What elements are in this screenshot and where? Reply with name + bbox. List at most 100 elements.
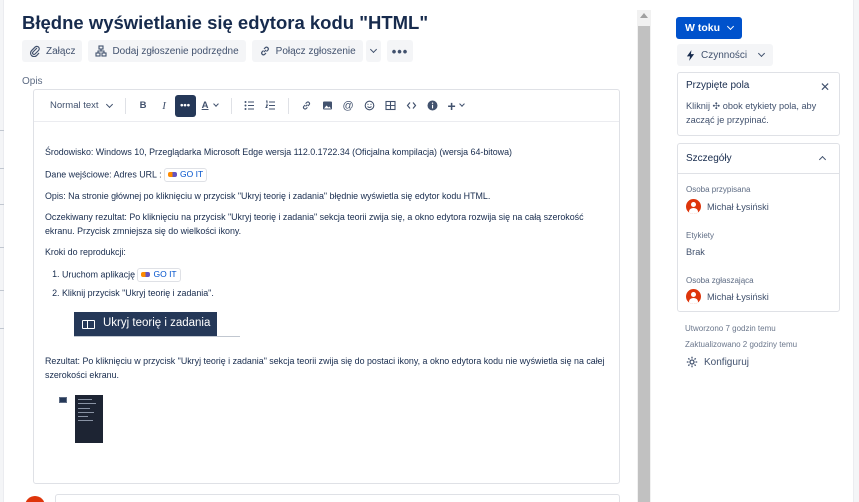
add-child-label: Dodaj zgłoszenie podrzędne: [112, 45, 239, 57]
italic-button[interactable]: I: [154, 95, 175, 117]
favicon-icon: [141, 272, 151, 277]
info-panel-button[interactable]: [422, 95, 443, 117]
step-item: Uruchom aplikację GO IT: [62, 267, 608, 282]
link-issue-button[interactable]: Połącz zgłoszenie: [251, 40, 363, 62]
bullet-list-icon: [244, 101, 254, 110]
hide-theory-label: Ukryj teorię i zadania: [103, 317, 211, 330]
details-title: Szczegóły: [686, 153, 732, 164]
pinned-fields-hint: Kliknij ✣ obok etykiety pola, aby zacząć…: [686, 101, 817, 125]
issue-title[interactable]: Błędne wyświetlanie się edytora kodu "HT…: [22, 12, 428, 34]
input-data-paragraph: Dane wejściowe: Adres URL : GO IT: [45, 167, 608, 182]
code-icon: [406, 102, 416, 109]
link-icon: [302, 101, 310, 110]
insert-image-button[interactable]: [317, 95, 338, 117]
chevron-down-icon: [758, 49, 766, 58]
step-item: Kliknij przycisk "Ukryj teorię i zadania…: [62, 287, 608, 301]
text-style-label: Normal text: [50, 100, 99, 111]
lightning-icon: [686, 49, 695, 61]
scroll-up-arrow-icon[interactable]: [640, 13, 648, 18]
result-paragraph: Rezultat: Po kliknięciu w przycisk "Ukry…: [45, 356, 605, 380]
go-it-link-chip[interactable]: GO IT: [164, 167, 208, 182]
chevron-down-icon: [369, 45, 377, 54]
insert-more-button[interactable]: +: [443, 95, 469, 117]
link-issue-label: Połącz zgłoszenie: [275, 45, 356, 57]
bullet-list-button[interactable]: [239, 95, 260, 117]
toolbar-divider: [287, 97, 289, 114]
assignee-name: Michał Łysiński: [707, 201, 769, 212]
description-editor[interactable]: Normal text B I ••• A @ + Środowisko: Wi…: [33, 89, 620, 484]
attach-button[interactable]: Załącz: [22, 40, 83, 62]
status-label: W toku: [685, 22, 720, 34]
reporter-label: Osoba zgłaszająca: [686, 276, 754, 285]
screenshot-divider: [74, 336, 240, 337]
text-style-dropdown[interactable]: Normal text: [44, 95, 118, 117]
text-color-button[interactable]: A: [196, 95, 224, 117]
numbered-list-icon: [264, 100, 275, 110]
status-button[interactable]: W toku: [676, 17, 742, 39]
link-issue-dropdown-button[interactable]: [365, 40, 381, 62]
info-icon: [427, 100, 438, 111]
description-label: Opis: [22, 76, 43, 87]
assignee-field[interactable]: Michał Łysiński: [686, 199, 769, 214]
input-data-text: Dane wejściowe: Adres URL :: [45, 168, 165, 179]
avatar: [686, 199, 701, 214]
environment-paragraph: Środowisko: Windows 10, Przeglądarka Mic…: [45, 147, 512, 157]
comment-avatar: [25, 496, 45, 502]
mention-button[interactable]: @: [338, 95, 359, 117]
more-actions-button[interactable]: •••: [386, 40, 414, 62]
pinned-fields-title: Przypięte pola: [686, 80, 750, 91]
text-color-icon: A: [201, 100, 209, 111]
editor-content[interactable]: Środowisko: Windows 10, Przeglądarka Mic…: [34, 146, 619, 450]
steps-title: Kroki do reprodukcji:: [45, 247, 126, 257]
bold-button[interactable]: B: [133, 95, 154, 117]
description-paragraph: Opis: Na stronie głównej po kliknięciu w…: [45, 190, 491, 201]
attachment-thumbnail-small[interactable]: [59, 397, 67, 403]
close-icon[interactable]: ✕: [820, 80, 830, 94]
details-header[interactable]: Szczegóły: [678, 144, 839, 174]
favicon-icon: [168, 172, 178, 177]
hide-theory-button-screenshot: Ukryj teorię i zadania: [74, 312, 217, 336]
labels-value: Brak: [686, 247, 705, 257]
numbered-list-button[interactable]: [260, 95, 281, 117]
table-icon: [385, 100, 396, 111]
chevron-down-icon: [726, 22, 735, 31]
actions-menu-button[interactable]: Czynności: [677, 44, 773, 66]
steps-list: Uruchom aplikację GO IT Kliknij przycisk…: [62, 267, 608, 301]
comment-input[interactable]: [55, 494, 620, 502]
labels-field[interactable]: Brak: [686, 247, 705, 257]
more-icon: •••: [391, 43, 409, 59]
go-it-link-chip[interactable]: GO IT: [137, 267, 181, 282]
more-formatting-button[interactable]: •••: [174, 94, 196, 117]
chevron-down-icon: [458, 101, 465, 107]
avatar: [686, 289, 701, 304]
add-child-issue-button[interactable]: Dodaj zgłoszenie podrzędne: [88, 40, 246, 62]
updated-timestamp: Zaktualizowano 2 godziny temu: [685, 340, 798, 349]
plus-icon: +: [447, 97, 456, 114]
step-text: Uruchom aplikację: [62, 268, 136, 279]
issue-actions-bar: Załącz Dodaj zgłoszenie podrzędne Połącz…: [22, 40, 414, 62]
details-panel: Szczegóły Osoba przypisana Michał Łysińs…: [677, 143, 840, 312]
insert-link-button[interactable]: [296, 95, 317, 117]
chevron-down-icon: [212, 101, 219, 107]
attachments: [45, 390, 608, 450]
code-button[interactable]: [401, 95, 422, 117]
emoji-button[interactable]: [359, 95, 380, 117]
window-edge: [853, 0, 859, 502]
reporter-field[interactable]: Michał Łysiński: [686, 289, 769, 304]
configure-button[interactable]: Konfiguruj: [686, 356, 749, 368]
paperclip-icon: [29, 45, 40, 57]
scrollbar-thumb[interactable]: [638, 26, 650, 502]
configure-label: Konfiguruj: [704, 356, 750, 368]
created-timestamp: Utworzono 7 godzin temu: [685, 324, 776, 333]
reporter-name: Michał Łysiński: [707, 291, 769, 302]
attachment-thumbnail[interactable]: [75, 395, 103, 443]
table-button[interactable]: [380, 95, 401, 117]
expected-result-paragraph: Oczekiwany rezultat: Po kliknięciu na pr…: [45, 212, 584, 236]
assignee-label: Osoba przypisana: [686, 185, 751, 194]
pinned-fields-panel: Przypięte pola ✕ Kliknij ✣ obok etykiety…: [677, 72, 840, 136]
toolbar-divider: [124, 97, 126, 114]
toolbar-divider: [230, 97, 232, 114]
link-icon: [260, 46, 269, 56]
gear-icon: [686, 356, 698, 368]
editor-toolbar: Normal text B I ••• A @ +: [34, 90, 619, 122]
